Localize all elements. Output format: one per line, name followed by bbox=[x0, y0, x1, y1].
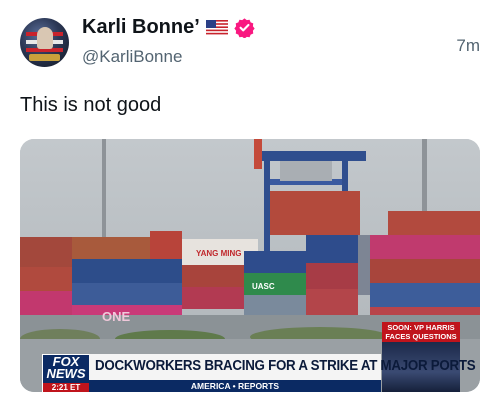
avatar-figure bbox=[37, 27, 53, 49]
news-channel-logo-text: FOX NEWS bbox=[46, 354, 86, 381]
news-clock: 2:21 ET bbox=[43, 383, 89, 392]
avatar-caption bbox=[29, 54, 60, 61]
us-flag-icon bbox=[205, 20, 228, 35]
upcoming-segment-label: SOON: VP HARRIS FACES QUESTIONS bbox=[382, 322, 460, 342]
tweet-timestamp[interactable]: 7m bbox=[456, 36, 480, 56]
upcoming-segment-box: SOON: VP HARRIS FACES QUESTIONS bbox=[382, 322, 460, 392]
headline-bar: DOCKWORKERS BRACING FOR A STRIKE AT MAJO… bbox=[89, 354, 476, 381]
author-handle[interactable]: @KarliBonne bbox=[82, 47, 182, 67]
news-lower-third: SOON: VP HARRIS FACES QUESTIONS FOX NEWS… bbox=[20, 322, 480, 392]
show-name-bar: AMERICA • REPORTS bbox=[89, 380, 381, 392]
container-label: ONE bbox=[102, 309, 131, 324]
author-avatar[interactable] bbox=[20, 18, 69, 67]
news-channel-logo: FOX NEWS 2:21 ET bbox=[42, 354, 90, 392]
tweet-text: This is not good bbox=[20, 94, 162, 116]
news-headline: DOCKWORKERS BRACING FOR A STRIKE AT MAJO… bbox=[95, 358, 476, 374]
author-display-name[interactable]: Karli Bonne’ bbox=[82, 16, 200, 39]
author-name-row: Karli Bonne’ bbox=[82, 16, 255, 39]
verified-badge-icon bbox=[234, 18, 255, 38]
show-name: AMERICA • REPORTS bbox=[190, 381, 280, 391]
container-label: YANG MING bbox=[196, 249, 242, 258]
container-label: UASC bbox=[252, 282, 275, 291]
tweet-media-image[interactable]: YANG MING UASC ONE SOON: VP HARRIS FACES… bbox=[20, 139, 480, 392]
